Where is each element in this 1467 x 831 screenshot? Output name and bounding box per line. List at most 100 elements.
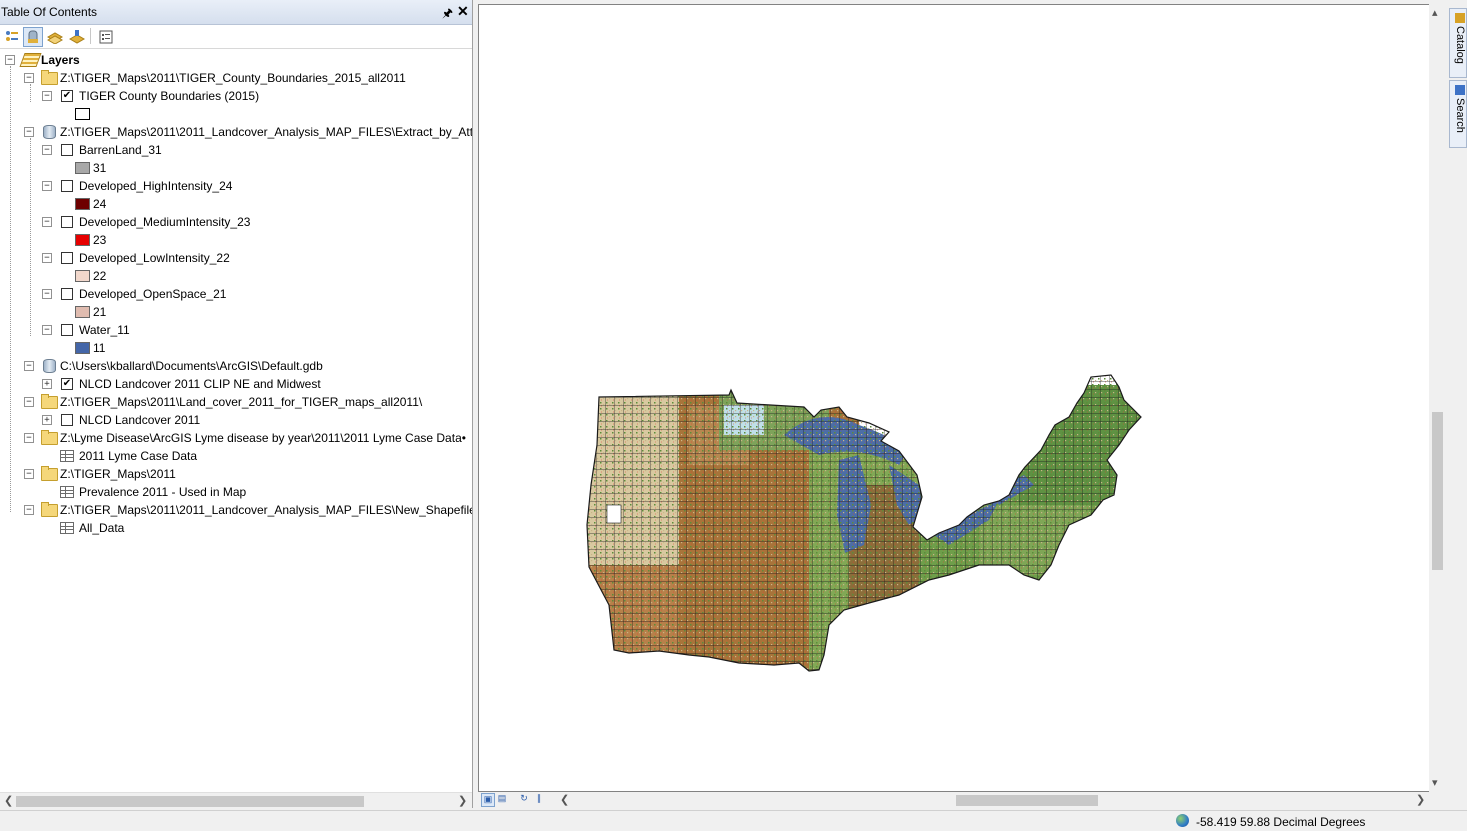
options-icon[interactable] (96, 27, 116, 47)
refresh-icon[interactable]: ↻ (518, 793, 530, 805)
list-by-drawing-order-icon[interactable] (2, 27, 22, 47)
layout-view-icon[interactable]: ▤ (496, 793, 508, 805)
collapse-icon[interactable]: − (24, 397, 34, 407)
collapse-icon[interactable]: − (42, 217, 52, 227)
map-canvas[interactable] (479, 5, 1429, 791)
tree-root-row[interactable]: − Layers (0, 51, 472, 69)
scroll-down-icon[interactable]: ▾ (1432, 776, 1438, 789)
pin-icon[interactable]: 🖈 (442, 4, 453, 25)
layer-name-label: Developed_MediumIntensity_23 (79, 215, 251, 229)
layer-row[interactable]: − BarrenLand_31 (0, 141, 472, 159)
scrollbar-thumb[interactable] (956, 795, 1098, 806)
folder-icon (41, 430, 58, 445)
legend-row: 23 (0, 231, 472, 249)
catalog-tab-label: Catalog (1454, 26, 1466, 64)
legend-swatch (75, 234, 90, 246)
tree-group-row[interactable]: − Z:\Lyme Disease\ArcGIS Lyme disease by… (0, 429, 472, 447)
group-path-label: C:\Users\kballard\Documents\ArcGIS\Defau… (60, 359, 323, 373)
table-icon (60, 450, 74, 462)
expand-icon[interactable]: + (42, 415, 52, 425)
table-name-label: All_Data (79, 521, 125, 535)
group-path-label: Z:\TIGER_Maps\2011\Land_cover_2011_for_T… (60, 395, 423, 409)
collapse-icon[interactable]: − (24, 433, 34, 443)
layer-visibility-checkbox[interactable] (61, 252, 73, 264)
legend-row: 22 (0, 267, 472, 285)
collapse-icon[interactable]: − (24, 73, 34, 83)
tree-group-row[interactable]: − Z:\TIGER_Maps\2011\2011_Landcover_Anal… (0, 501, 472, 519)
layer-row[interactable]: + ✔ NLCD Landcover 2011 CLIP NE and Midw… (0, 375, 472, 393)
scroll-up-icon[interactable]: ▴ (1432, 6, 1438, 19)
landcover-region (587, 375, 1141, 671)
group-path-label: Z:\TIGER_Maps\2011\2011_Landcover_Analys… (60, 125, 472, 139)
data-view-icon[interactable]: ▣ (481, 793, 495, 807)
legend-value-label: 23 (93, 233, 107, 247)
table-icon (60, 486, 74, 498)
table-row[interactable]: Prevalence 2011 - Used in Map (0, 483, 472, 501)
layer-row[interactable]: − ✔ TIGER County Boundaries (2015) (0, 87, 472, 105)
pause-drawing-icon[interactable]: ∥ (533, 793, 545, 805)
tree-group-row[interactable]: − C:\Users\kballard\Documents\ArcGIS\Def… (0, 357, 472, 375)
tree-group-row[interactable]: − Z:\TIGER_Maps\2011 (0, 465, 472, 483)
list-by-selection-icon[interactable] (67, 27, 87, 47)
tree-group-row[interactable]: − Z:\TIGER_Maps\2011\Land_cover_2011_for… (0, 393, 472, 411)
catalog-tab[interactable]: Catalog (1449, 8, 1467, 78)
scroll-left-icon[interactable]: ❮ (4, 794, 13, 807)
legend-value-label: 11 (93, 341, 106, 355)
folder-icon (41, 394, 58, 409)
collapse-icon[interactable]: − (24, 469, 34, 479)
layer-row[interactable]: − Developed_HighIntensity_24 (0, 177, 472, 195)
layer-row[interactable]: − Water_11 (0, 321, 472, 339)
collapse-icon[interactable]: − (24, 505, 34, 515)
collapse-icon[interactable]: − (42, 325, 52, 335)
legend-swatch (75, 198, 90, 210)
layer-name-label: Water_11 (79, 323, 130, 337)
layer-row[interactable]: − Developed_OpenSpace_21 (0, 285, 472, 303)
layer-row[interactable]: − Developed_MediumIntensity_23 (0, 213, 472, 231)
list-by-visibility-icon[interactable] (45, 27, 65, 47)
scroll-right-icon[interactable]: ❯ (1416, 793, 1425, 806)
search-tab[interactable]: Search (1449, 80, 1467, 148)
layer-visibility-checkbox[interactable] (61, 216, 73, 228)
collapse-icon[interactable]: − (42, 91, 52, 101)
layer-visibility-checkbox[interactable] (61, 288, 73, 300)
tree-group-row[interactable]: − Z:\TIGER_Maps\2011\TIGER_County_Bounda… (0, 69, 472, 87)
toc-title-bar: Table Of Contents 🖈 ✕ (0, 0, 472, 25)
layer-visibility-checkbox[interactable]: ✔ (61, 90, 73, 102)
collapse-icon[interactable]: − (5, 55, 15, 65)
scrollbar-thumb[interactable] (1432, 412, 1443, 570)
legend-value-label: 22 (93, 269, 107, 283)
map-display[interactable] (478, 4, 1430, 792)
layer-visibility-checkbox[interactable]: ✔ (61, 378, 73, 390)
collapse-icon[interactable]: − (42, 289, 52, 299)
map-vertical-scrollbar[interactable]: ▴ ▾ (1429, 4, 1445, 792)
table-row[interactable]: 2011 Lyme Case Data (0, 447, 472, 465)
layer-visibility-checkbox[interactable] (61, 414, 73, 426)
toc-horizontal-scrollbar[interactable]: ❮ ❯ (0, 792, 472, 809)
scroll-left-icon[interactable]: ❮ (560, 793, 569, 806)
layer-tree: − Layers − Z:\TIGER_Maps\2011\TIGER_Coun… (0, 50, 472, 790)
database-icon (43, 359, 56, 373)
close-icon[interactable]: ✕ (457, 3, 469, 20)
table-icon (60, 522, 74, 534)
collapse-icon[interactable]: − (42, 145, 52, 155)
layer-visibility-checkbox[interactable] (61, 144, 73, 156)
group-path-label: Z:\TIGER_Maps\2011\TIGER_County_Boundari… (60, 71, 406, 85)
layer-row[interactable]: + NLCD Landcover 2011 (0, 411, 472, 429)
table-row[interactable]: All_Data (0, 519, 472, 537)
collapse-icon[interactable]: − (42, 181, 52, 191)
list-by-source-icon[interactable] (23, 27, 43, 47)
layer-row[interactable]: − Developed_LowIntensity_22 (0, 249, 472, 267)
layer-visibility-checkbox[interactable] (61, 180, 73, 192)
collapse-icon[interactable]: − (24, 361, 34, 371)
scroll-right-icon[interactable]: ❯ (458, 794, 467, 807)
scrollbar-thumb[interactable] (16, 796, 364, 807)
collapse-icon[interactable]: − (24, 127, 34, 137)
layer-name-label: TIGER County Boundaries (2015) (79, 89, 260, 103)
layer-name-label: BarrenLand_31 (79, 143, 162, 157)
globe-icon (1176, 814, 1189, 827)
expand-icon[interactable]: + (42, 379, 52, 389)
legend-swatch (75, 162, 90, 174)
layer-visibility-checkbox[interactable] (61, 324, 73, 336)
collapse-icon[interactable]: − (42, 253, 52, 263)
tree-group-row[interactable]: − Z:\TIGER_Maps\2011\2011_Landcover_Anal… (0, 123, 472, 141)
